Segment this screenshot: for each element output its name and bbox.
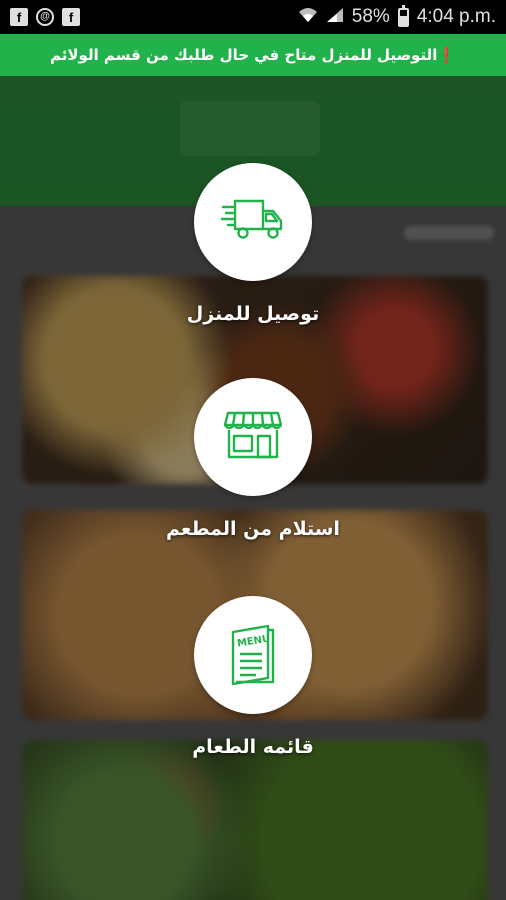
battery-icon	[397, 4, 409, 27]
battery-percent: 58%	[351, 6, 390, 27]
sync-icon: @	[36, 8, 54, 26]
restaurant-pickup-label[interactable]: استلام من المطعم	[166, 518, 340, 540]
restaurant-pickup-option[interactable]: استلام من المطعم	[0, 378, 506, 540]
delivery-truck-icon	[220, 195, 285, 249]
home-delivery-label[interactable]: توصيل للمنزل	[187, 303, 319, 325]
wifi-icon	[298, 7, 318, 28]
facebook-icon: f	[62, 8, 80, 26]
food-menu-option[interactable]: MENU قائمه الطعام	[0, 596, 506, 758]
status-time: 4:04 p.m.	[416, 6, 496, 27]
home-delivery-button[interactable]	[194, 163, 312, 281]
status-bar: f @ f 58% 4:04 p.m.	[0, 0, 506, 34]
storefront-icon	[223, 409, 283, 465]
home-delivery-option[interactable]: توصيل للمنزل	[0, 163, 506, 325]
food-menu-button[interactable]: MENU	[194, 596, 312, 714]
food-menu-label[interactable]: قائمه الطعام	[192, 736, 314, 758]
menu-icon: MENU	[230, 624, 276, 686]
delivery-notice-banner: ❗التوصيل للمنزل متاح في حال طلبك من قسم …	[0, 34, 506, 76]
restaurant-pickup-button[interactable]	[194, 378, 312, 496]
facebook-icon: f	[10, 8, 28, 26]
signal-icon	[326, 7, 344, 28]
